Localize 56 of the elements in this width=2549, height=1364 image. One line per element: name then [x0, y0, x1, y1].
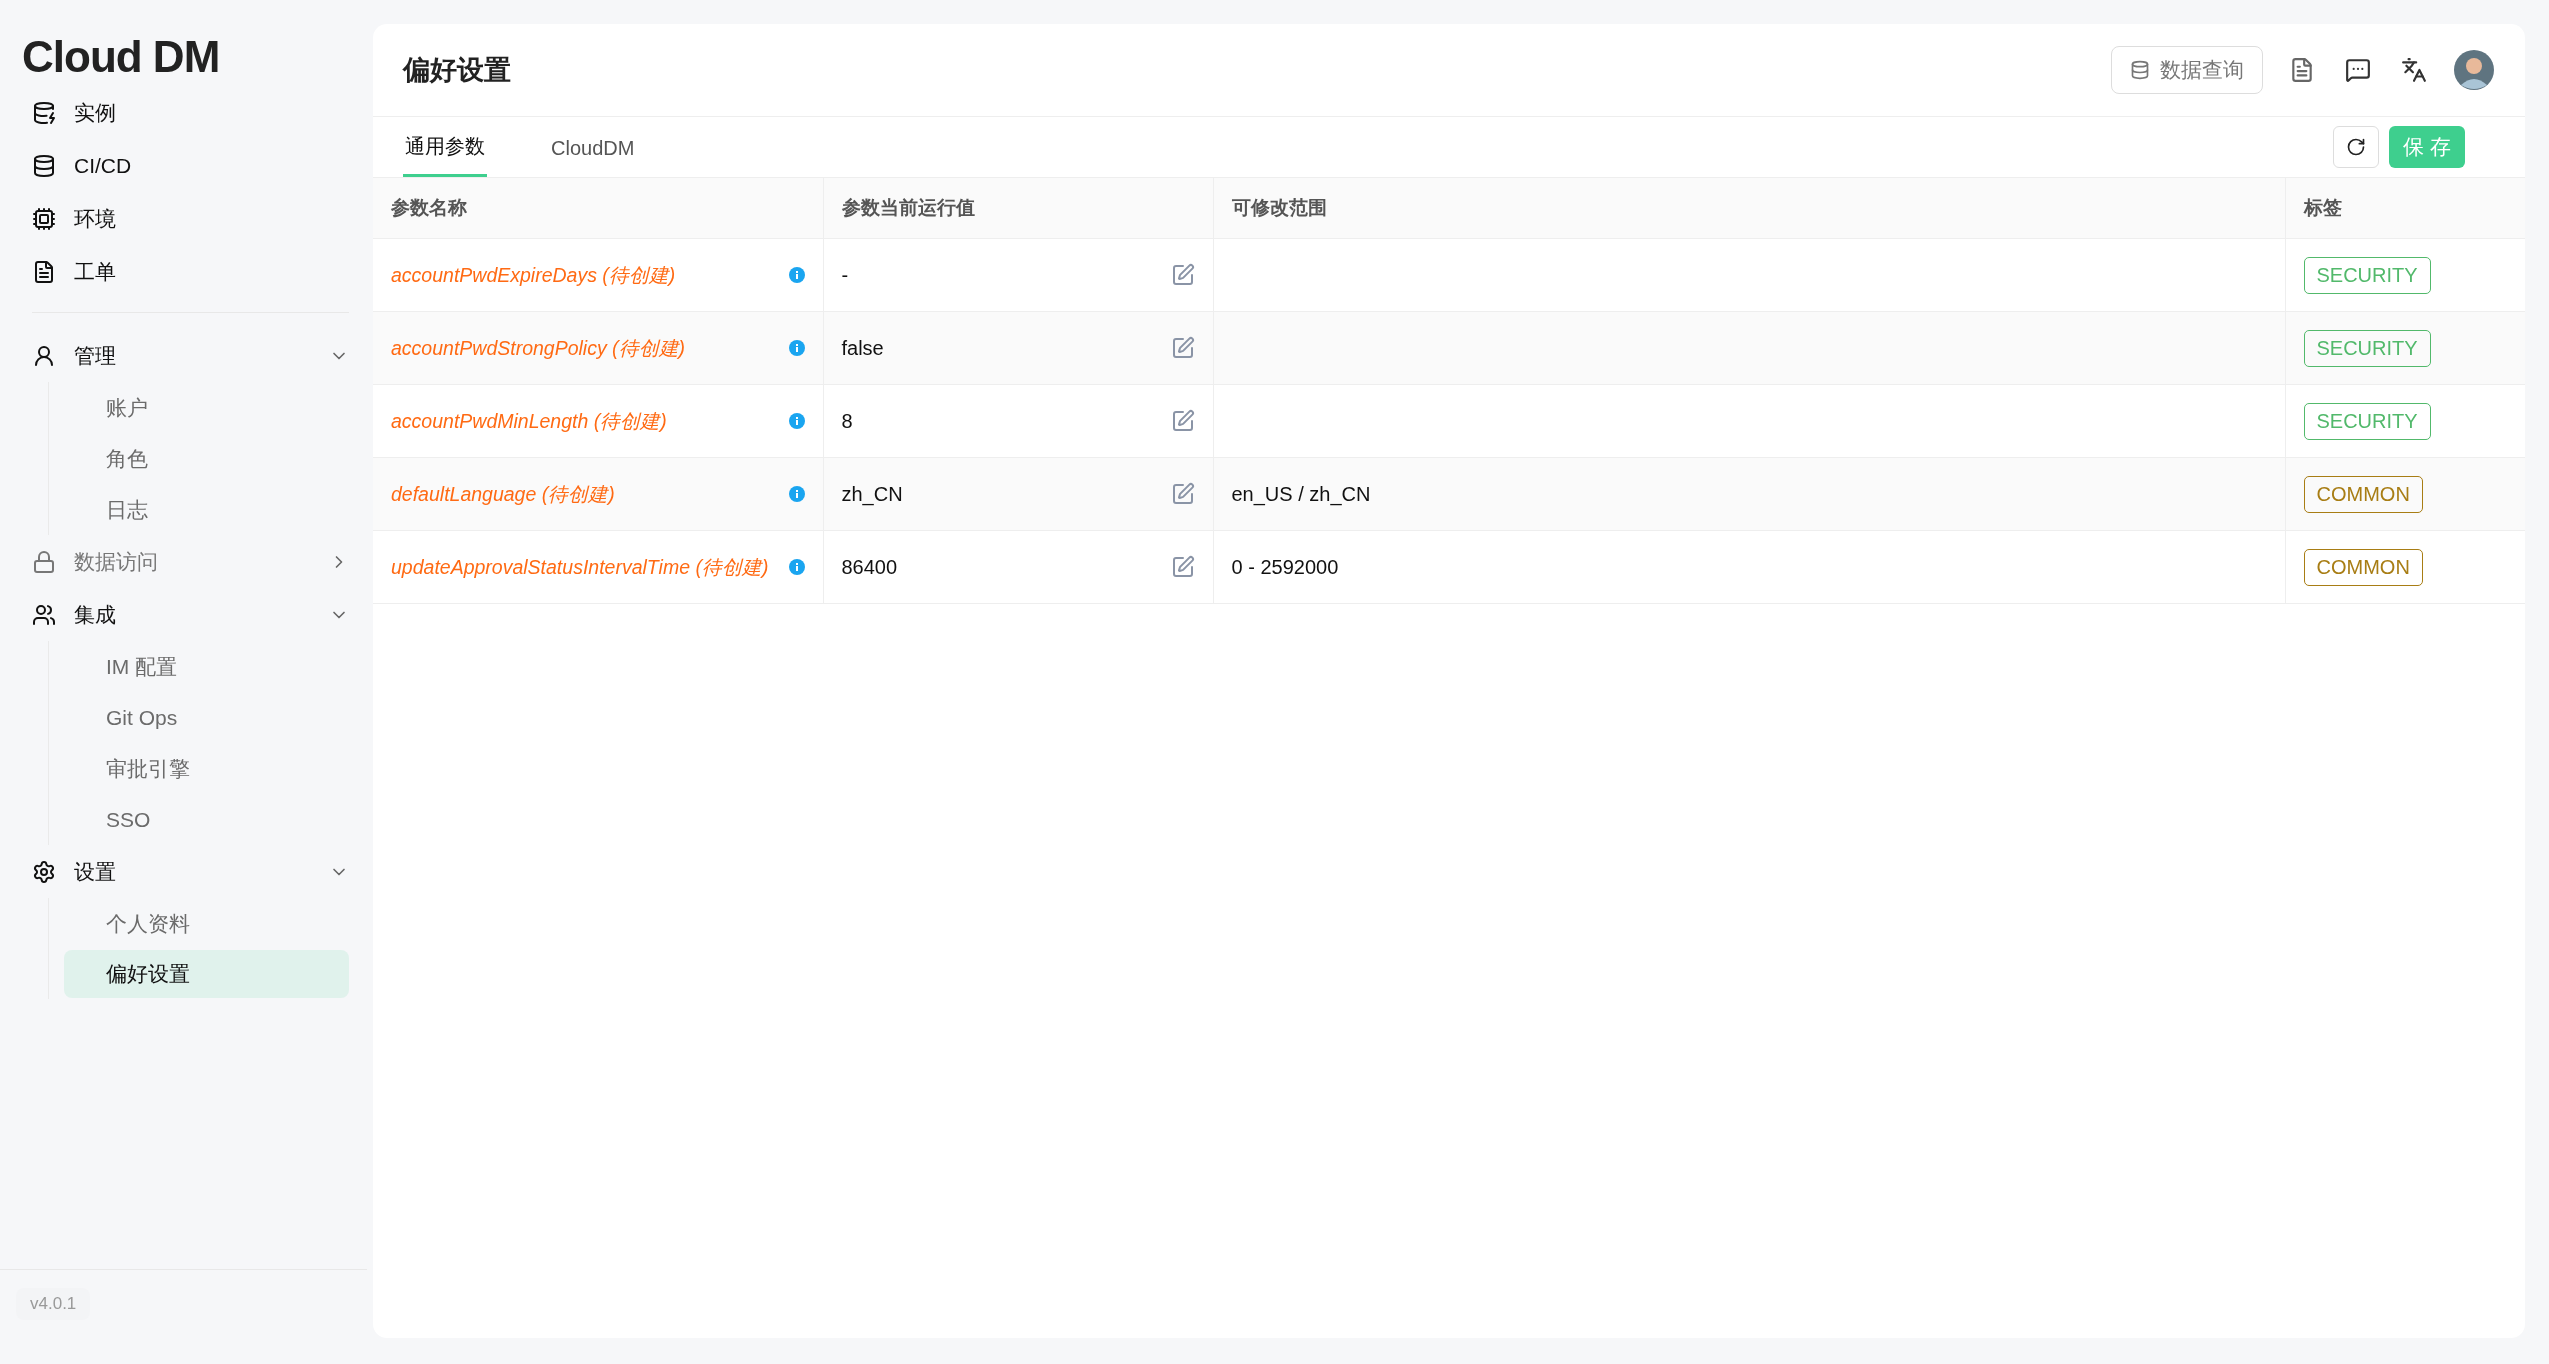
edit-icon[interactable] [1170, 482, 1195, 506]
nav-item[interactable]: CI/CD [32, 139, 349, 192]
nav-subitem[interactable]: 个人资料 [64, 899, 349, 948]
parameter-name[interactable]: defaultLanguage (待创建) [391, 480, 781, 508]
edit-icon[interactable] [1170, 555, 1195, 579]
info-icon[interactable] [788, 486, 805, 502]
tag: SECURITY [2303, 329, 2431, 367]
tab[interactable]: CloudDM [549, 137, 637, 177]
info-icon[interactable] [788, 559, 805, 575]
database-icon [2130, 60, 2150, 80]
tag: COMMON [2303, 475, 2423, 513]
info-icon[interactable] [788, 267, 805, 283]
query-button[interactable]: 数据查询 [2111, 46, 2263, 94]
nav-group[interactable]: 管理 [32, 329, 349, 382]
parameter-value: zh_CN [841, 482, 904, 506]
column-header: 标签 [2285, 177, 2525, 239]
parameter-name[interactable]: accountPwdStrongPolicy (待创建) [391, 334, 781, 362]
nav-item[interactable]: 实例 [32, 86, 349, 139]
nav-item[interactable]: 环境 [32, 192, 349, 245]
column-header: 可修改范围 [1213, 177, 2285, 239]
refresh-button[interactable] [2333, 126, 2380, 168]
edit-icon[interactable] [1170, 263, 1195, 287]
info-icon[interactable] [788, 340, 805, 356]
page-title: 偏好设置 [403, 54, 512, 87]
nav-subitem[interactable]: 账户 [64, 383, 349, 432]
logo: Cloud DM [21, 31, 221, 80]
avatar-icon[interactable] [2453, 49, 2495, 91]
nav-subitem[interactable]: 日志 [64, 485, 349, 534]
parameter-name[interactable]: accountPwdExpireDays (待创建) [391, 261, 781, 289]
parameter-value: - [841, 263, 850, 287]
nav-group[interactable]: 设置 [32, 845, 349, 898]
nav-subitem[interactable]: Git Ops [64, 693, 349, 742]
nav-subitem[interactable]: SSO [64, 795, 349, 844]
nav-subitem[interactable]: 偏好设置 [64, 950, 349, 998]
nav-subitem[interactable]: IM 配置 [64, 642, 349, 691]
parameter-name[interactable]: accountPwdMinLength (待创建) [391, 407, 781, 435]
nav-item[interactable]: 工单 [32, 245, 349, 298]
tag: COMMON [2303, 548, 2423, 586]
edit-icon[interactable] [1170, 336, 1195, 360]
tag: SECURITY [2303, 402, 2431, 440]
column-header: 参数名称 [373, 177, 823, 239]
nav-subitem[interactable]: 审批引擎 [64, 744, 349, 793]
range-text: en_US / zh_CN [1231, 482, 1371, 505]
parameter-value: 8 [841, 409, 854, 433]
tag: SECURITY [2303, 256, 2431, 294]
nav-subitem[interactable]: 角色 [64, 434, 349, 483]
parameter-name[interactable]: updateApprovalStatusIntervalTime (待创建) [391, 553, 781, 581]
refresh-icon [2346, 137, 2367, 157]
range-text: 0 - 2592000 [1231, 555, 1339, 578]
parameter-value: false [841, 336, 885, 360]
column-header: 参数当前运行值 [823, 177, 1213, 239]
nav-group[interactable]: 集成 [32, 588, 349, 641]
nav-group[interactable]: 数据访问 [32, 535, 349, 588]
edit-icon[interactable] [1170, 409, 1195, 433]
info-icon[interactable] [788, 413, 805, 429]
parameter-value: 86400 [841, 555, 899, 579]
